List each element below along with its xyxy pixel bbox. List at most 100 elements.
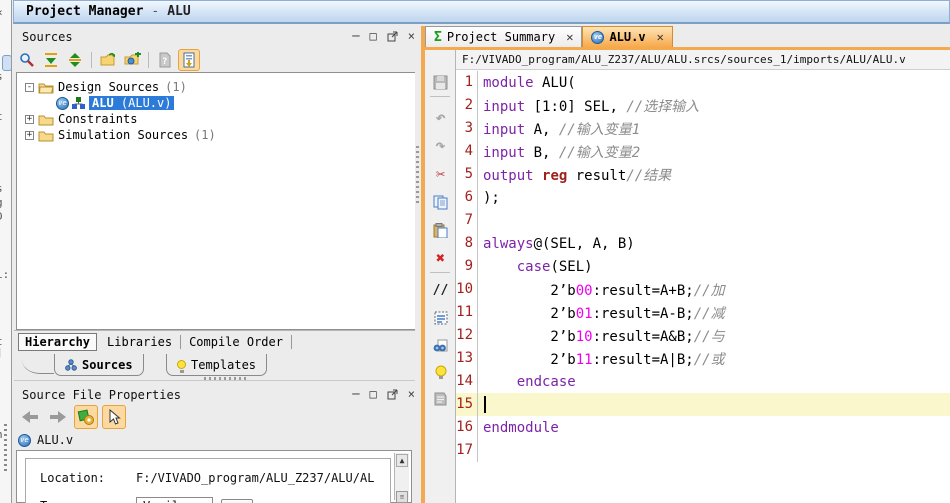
scroll-to-selected-icon[interactable] [178,48,200,71]
expand-all-icon[interactable] [40,49,62,71]
splitter-drag-handle[interactable] [4,424,7,474]
find-icon[interactable] [425,336,456,356]
tab-hierarchy[interactable]: Hierarchy [18,332,98,351]
forward-arrow-icon[interactable] [46,405,70,429]
edit-properties-icon[interactable] [74,405,98,429]
code-line-1[interactable]: 1 module ALU( [456,71,950,94]
line-number: 10 [456,278,478,301]
lightbulb-icon[interactable] [425,362,456,382]
cut-icon[interactable]: ✂ [425,164,456,184]
line-number: 6 [456,186,478,209]
code-line-15[interactable]: 15 [456,393,950,416]
left-panel-sliver: ×stsgDi:t]n [0,0,12,503]
verilog-file-icon: ve [591,30,605,44]
tree-label[interactable]: Constraints [58,112,137,126]
tab-alu-v[interactable]: ve ALU.v ✕ [582,26,673,47]
sliver-text-fragment: n [0,428,3,441]
code-text[interactable]: ); [478,190,500,206]
tree-label[interactable]: Design Sources [58,80,159,94]
code-text[interactable]: input A, //输入变量1 [478,119,640,139]
code-editor[interactable]: 1 module ALU(2 input [1:0] SEL, //选择输入 3 inp… [456,71,950,503]
sliver-selection-fragment [2,55,11,71]
code-text[interactable]: output reg result//结果 [478,165,671,185]
minimize-icon[interactable]: ─ [352,388,359,400]
code-text[interactable]: case(SEL) [478,259,593,275]
code-line-5[interactable]: 5 output reg result//结果 [456,163,950,186]
close-icon[interactable]: ✕ [657,30,664,44]
tab-project-summary[interactable]: Σ Project Summary ✕ [425,26,583,47]
tree-row-constraints[interactable]: + Constraints [17,111,417,127]
code-text[interactable]: always@(SEL, A, B) [478,236,635,252]
code-text[interactable] [478,396,486,413]
selected-file-row[interactable]: ve ALU.v [18,432,73,448]
code-text[interactable]: endcase [478,374,576,390]
paste-icon[interactable] [425,220,456,240]
tree-row-simulation-sources[interactable]: + Simulation Sources (1) [17,127,417,143]
copy-icon[interactable] [425,192,456,212]
close-icon[interactable]: × [408,388,415,400]
select-pointer-icon[interactable] [102,405,126,429]
close-icon[interactable]: × [408,30,415,42]
tree-expander-icon[interactable]: + [25,130,34,140]
code-line-4[interactable]: 4 input B, //输入变量2 [456,140,950,163]
code-line-11[interactable]: 11 2’b01:result=A-B;//减 [456,301,950,324]
tab-libraries[interactable]: Libraries [103,334,176,350]
tree-label[interactable]: ALU (ALU.v) [89,96,175,110]
properties-scrollbar[interactable]: ▲ ≡ [394,453,409,503]
code-line-12[interactable]: 12 2’b10:result=A&B;//与 [456,324,950,347]
project-name: ALU [167,4,191,19]
scrollbar-thumb[interactable]: ≡ [396,491,408,503]
sources-nodes-icon [65,358,77,371]
delete-icon[interactable]: ✖ [425,248,456,268]
code-line-2[interactable]: 2 input [1:0] SEL, //选择输入 [456,94,950,117]
search-icon[interactable] [16,49,38,71]
code-line-8[interactable]: 8 always@(SEL, A, B) [456,232,950,255]
code-text[interactable]: 2’b11:result=A|B;//或 [478,349,724,369]
code-line-6[interactable]: 6); [456,186,950,209]
float-icon[interactable] [387,388,398,400]
add-sources-icon[interactable] [121,49,143,71]
code-text[interactable]: endmodule [478,420,559,436]
code-text[interactable]: module ALU( [478,75,576,91]
tab-templates[interactable]: Templates [166,354,268,376]
maximize-icon[interactable]: □ [370,388,377,400]
comment-icon[interactable]: // [425,280,456,300]
line-number: 1 [456,71,478,94]
tree-label[interactable]: Simulation Sources [58,128,188,142]
back-arrow-icon[interactable] [18,405,42,429]
selected-file-name: ALU.v [37,433,74,447]
code-text[interactable]: 2’b00:result=A+B;//加 [478,280,724,300]
code-line-7[interactable]: 7 [456,209,950,232]
minimize-icon[interactable]: ─ [352,30,359,42]
code-text[interactable]: 2’b01:result=A-B;//减 [478,303,724,323]
collapse-all-icon[interactable] [64,49,86,71]
select-block-icon[interactable] [425,308,456,328]
properties-box: Location: F:/VIVADO_program/ALU_Z237/ALU… [16,450,412,503]
tree-row-alu[interactable]: ve ALU (ALU.v) [17,95,417,111]
maximize-icon[interactable]: □ [370,30,377,42]
code-line-9[interactable]: 9 case(SEL) [456,255,950,278]
code-text[interactable]: 2’b10:result=A&B;//与 [478,326,724,346]
code-line-13[interactable]: 13 2’b11:result=A|B;//或 [456,347,950,370]
float-icon[interactable] [387,30,398,42]
code-line-14[interactable]: 14 endcase [456,370,950,393]
sources-panel-title: Sources [22,30,73,44]
code-text[interactable]: input B, //输入变量2 [478,142,640,162]
panel-splitter[interactable] [415,26,420,503]
code-text[interactable]: input [1:0] SEL, //选择输入 [478,96,699,116]
window-title-bar[interactable]: Project Manager - ALU [13,0,950,24]
scroll-up-icon[interactable]: ▲ [396,454,408,467]
tree-row-design-sources[interactable]: - Design Sources (1) [17,79,417,95]
tree-expander-icon[interactable]: - [25,82,34,92]
code-line-10[interactable]: 10 2’b00:result=A+B;//加 [456,278,950,301]
open-folder-icon[interactable] [97,49,119,71]
more-options-button[interactable]: ... [220,498,253,503]
tab-sources[interactable]: Sources [54,354,144,376]
tree-expander-icon[interactable]: + [25,114,34,124]
tab-compile-order[interactable]: Compile Order [185,334,287,350]
type-select[interactable]: Verilog [136,497,213,503]
code-line-17[interactable]: 17 [456,439,950,462]
code-line-3[interactable]: 3 input A, //输入变量1 [456,117,950,140]
code-line-16[interactable]: 16 endmodule [456,416,950,439]
close-icon[interactable]: ✕ [566,30,573,44]
